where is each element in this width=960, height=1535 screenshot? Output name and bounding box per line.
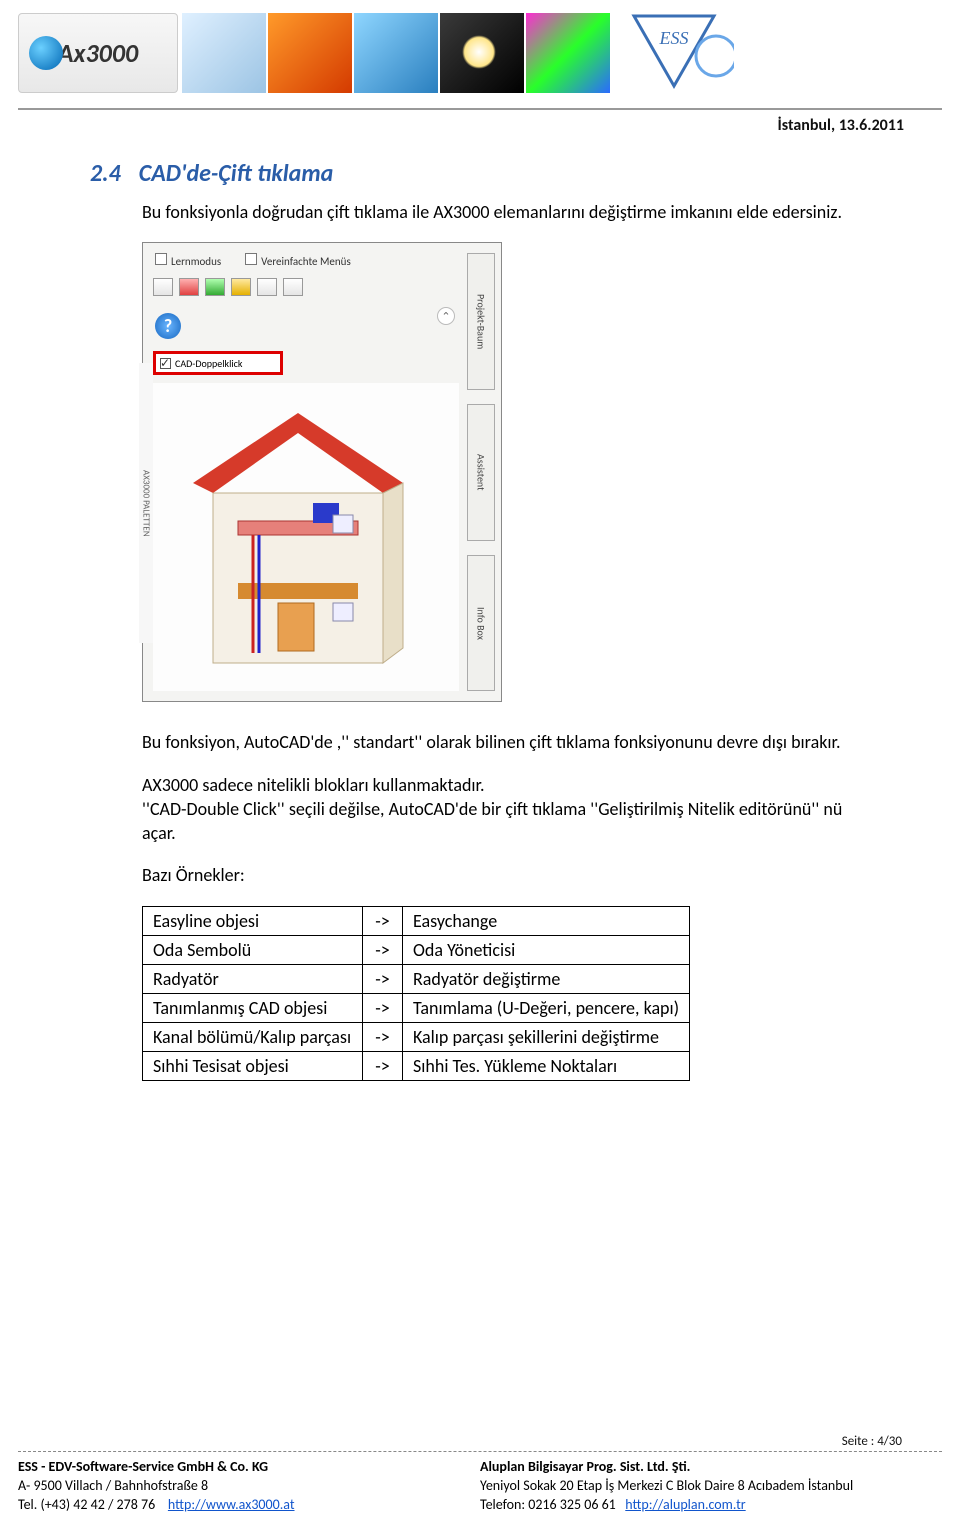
paragraph-3b: ''CAD-Double Click'' seçili değilse, Aut… <box>142 798 842 844</box>
paragraph-3: AX3000 sadece nitelikli blokları kullanm… <box>142 773 870 846</box>
paragraph-2: Bu fonksiyon, AutoCAD'de ,'' standart'' … <box>142 730 870 754</box>
table-cell: Easychange <box>403 906 690 935</box>
header-thumb-water <box>354 13 438 93</box>
table-cell: -> <box>363 1022 403 1051</box>
cad-doppelklick-checkbox[interactable]: CAD-Doppelklick <box>153 351 283 375</box>
document-date: İstanbul, 13.6.2011 <box>0 116 960 135</box>
header-thumb-thermal <box>526 13 610 93</box>
toolbar-icon-5[interactable] <box>257 278 277 296</box>
ess-logo: ESS <box>614 8 734 98</box>
paletten-label: AX3000 PALETTEN <box>139 363 153 643</box>
footer-left-column: ESS - EDV-Software-Service GmbH & Co. KG… <box>18 1458 480 1515</box>
table-row: Oda Sembolü -> Oda Yöneticisi <box>143 935 690 964</box>
footer-divider <box>18 1451 942 1452</box>
footer-tel-right: Telefon: 0216 325 06 61 <box>480 1496 616 1513</box>
intro-paragraph: Bu fonksiyonla doğrudan çift tıklama ile… <box>142 200 870 224</box>
table-cell: Kalıp parçası şekillerini değiştirme <box>403 1022 690 1051</box>
table-cell: Easyline objesi <box>143 906 363 935</box>
table-cell: Tanımlanmış CAD objesi <box>143 993 363 1022</box>
table-row: Kanal bölümü/Kalıp parçası -> Kalıp parç… <box>143 1022 690 1051</box>
page-number: Seite : 4/30 <box>18 1434 942 1449</box>
footer-tel-left: Tel. (+43) 42 42 / 278 76 <box>18 1496 155 1513</box>
table-cell: Radyatör değiştirme <box>403 964 690 993</box>
section-title-text: CAD'de-Çift tıklama <box>139 159 334 188</box>
table-cell: Kanal bölümü/Kalıp parçası <box>143 1022 363 1051</box>
toolbar-icon-6[interactable] <box>283 278 303 296</box>
table-row: Easyline objesi -> Easychange <box>143 906 690 935</box>
tab-assistent[interactable]: Assistent <box>467 404 495 541</box>
footer-link-right[interactable]: http://aluplan.com.tr <box>625 1496 745 1513</box>
document-body: 2.4 CAD'de-Çift tıklama Bu fonksiyonla do… <box>0 135 960 1081</box>
table-cell: Radyatör <box>143 964 363 993</box>
header-image-strip <box>182 13 610 93</box>
tab-info-box[interactable]: Info Box <box>467 555 495 692</box>
cad-doppelklick-label: CAD-Doppelklick <box>175 357 242 370</box>
table-cell: Oda Sembolü <box>143 935 363 964</box>
cad-doppelklick-check-icon <box>160 358 171 369</box>
footer-contact-left: Tel. (+43) 42 42 / 278 76 http://www.ax3… <box>18 1496 480 1515</box>
table-cell: Tanımlama (U-Değeri, pencere, kapı) <box>403 993 690 1022</box>
section-heading: 2.4 CAD'de-Çift tıklama <box>90 159 870 188</box>
lernmodus-checkbox[interactable]: Lernmodus <box>155 253 221 268</box>
embedded-screenshot: Lernmodus Vereinfachte Menüs ? CAD-Doppe… <box>142 242 502 702</box>
vereinfachte-label: Vereinfachte Menüs <box>261 255 351 268</box>
table-row: Tanımlanmış CAD objesi -> Tanımlama (U-D… <box>143 993 690 1022</box>
help-icon[interactable]: ? <box>155 313 181 339</box>
screenshot-canvas <box>153 383 459 691</box>
screenshot-top-row: Lernmodus Vereinfachte Menüs <box>149 249 495 272</box>
toolbar-icon-2[interactable] <box>179 278 199 296</box>
header-thumb-dandelion <box>182 13 266 93</box>
footer-contact-right: Telefon: 0216 325 06 61 http://aluplan.c… <box>480 1496 942 1515</box>
paragraph-4: Bazı Örnekler: <box>142 863 870 887</box>
header-thumb-bulb <box>440 13 524 93</box>
toolbar-icon-1[interactable] <box>153 278 173 296</box>
ax3000-logo-text: Ax3000 <box>58 37 138 69</box>
table-cell: -> <box>363 964 403 993</box>
toolbar-icon-3[interactable] <box>205 278 225 296</box>
table-cell: Oda Yöneticisi <box>403 935 690 964</box>
toolbar-icon-4[interactable] <box>231 278 251 296</box>
lernmodus-label: Lernmodus <box>171 255 221 268</box>
page-footer: Seite : 4/30 ESS - EDV-Software-Service … <box>18 1434 942 1515</box>
footer-address-left: A- 9500 Villach / Bahnhofstraße 8 <box>18 1477 480 1496</box>
header-thumb-fire <box>268 13 352 93</box>
table-cell: -> <box>363 906 403 935</box>
page-header: Ax3000 ESS <box>0 0 960 102</box>
screenshot-side-tabs: Projekt-Baum Assistent Info Box <box>467 253 495 691</box>
footer-company-left: ESS - EDV-Software-Service GmbH & Co. KG <box>18 1458 480 1477</box>
screenshot-toolbar <box>149 272 495 302</box>
footer-link-left[interactable]: http://www.ax3000.at <box>168 1496 295 1513</box>
examples-table: Easyline objesi -> Easychange Oda Sembol… <box>142 906 690 1081</box>
ax3000-logo: Ax3000 <box>18 13 178 93</box>
footer-right-column: Aluplan Bilgisayar Prog. Sist. Ltd. Şti.… <box>480 1458 942 1515</box>
svg-text:ESS: ESS <box>659 28 689 48</box>
table-cell: -> <box>363 993 403 1022</box>
collapse-up-icon[interactable]: ⌃ <box>437 307 455 325</box>
table-row: Sıhhi Tesisat objesi -> Sıhhi Tes. Yükle… <box>143 1051 690 1080</box>
table-cell: -> <box>363 1051 403 1080</box>
table-cell: Sıhhi Tesisat objesi <box>143 1051 363 1080</box>
footer-address-right: Yeniyol Sokak 20 Etap İş Merkezi C Blok … <box>480 1477 942 1496</box>
section-number: 2.4 <box>90 159 121 188</box>
vereinfachte-checkbox[interactable]: Vereinfachte Menüs <box>245 253 351 268</box>
table-cell: -> <box>363 935 403 964</box>
tab-projekt-baum[interactable]: Projekt-Baum <box>467 253 495 390</box>
header-divider <box>18 108 942 110</box>
table-cell: Sıhhi Tes. Yükleme Noktaları <box>403 1051 690 1080</box>
footer-company-right: Aluplan Bilgisayar Prog. Sist. Ltd. Şti. <box>480 1458 942 1477</box>
paragraph-3a: AX3000 sadece nitelikli blokları kullanm… <box>142 774 485 796</box>
table-row: Radyatör -> Radyatör değiştirme <box>143 964 690 993</box>
house-3d-drawing <box>183 403 413 683</box>
